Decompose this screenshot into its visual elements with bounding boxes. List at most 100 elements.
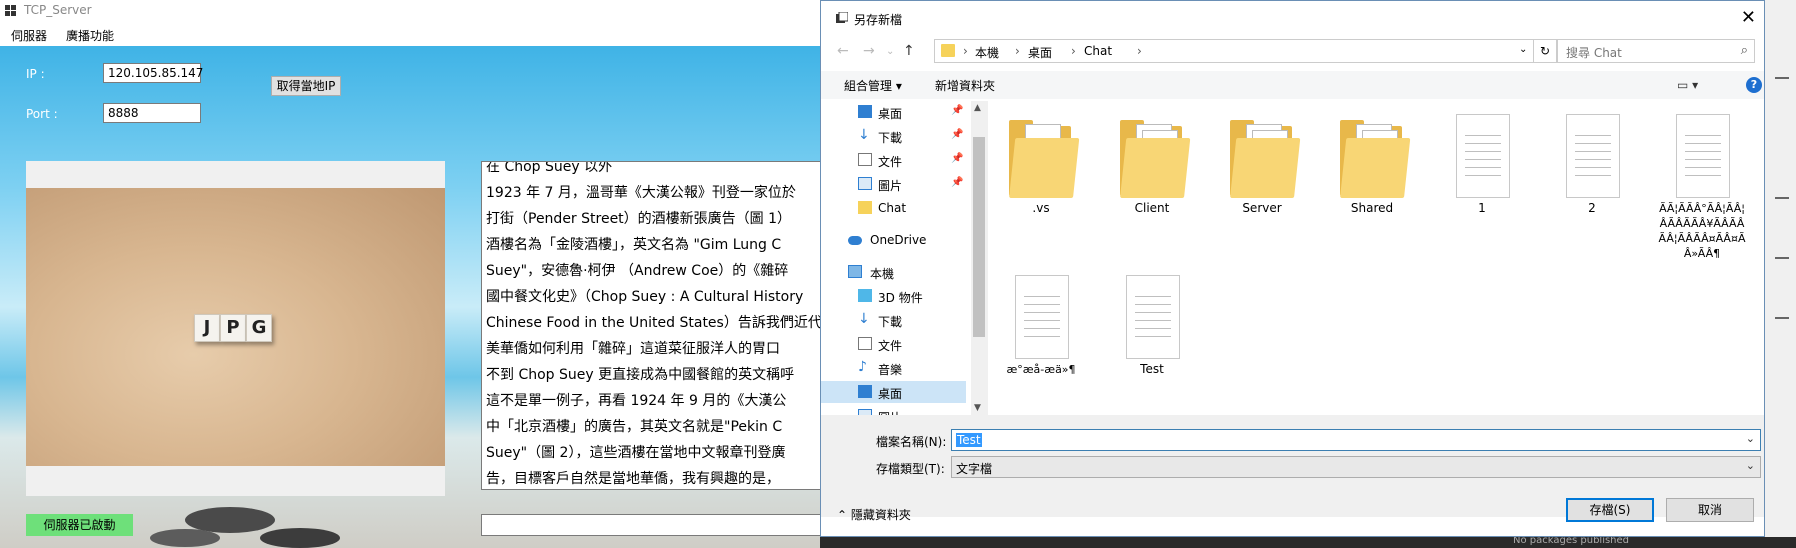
music-icon: ♪ — [858, 359, 867, 375]
text-file-icon — [1120, 275, 1184, 359]
nav-item-desktop[interactable]: 桌面 📌 — [821, 101, 966, 123]
picture-letter-j: J — [194, 314, 220, 342]
nav-item-desktop-pc[interactable]: 桌面 — [821, 381, 966, 403]
filename-input[interactable]: Test ⌄ — [951, 429, 1761, 451]
organize-menu[interactable]: 組合管理 ▾ — [844, 77, 902, 94]
breadcrumb-this-pc[interactable]: 本機 — [975, 44, 999, 61]
scroll-thumb[interactable] — [973, 137, 985, 337]
file-item[interactable]: Ã­Ã¦ÃÃÂ°ÃÂ¦ÃÂ¦ÂÃÂÃÃÂ¥ÃÂ­ÃÂÃÂ¦ÃÂÃÂ¤ÃÂ¤ÃÂ»… — [1652, 114, 1752, 261]
address-dropdown-icon[interactable]: ⌄ — [1519, 44, 1527, 55]
filetype-value: 文字檔 — [956, 462, 993, 476]
background-window-edge — [1765, 0, 1796, 548]
search-box[interactable]: 搜尋 Chat ⌕ — [1557, 39, 1755, 63]
server-menubar: 伺服器 廣播功能 — [0, 22, 840, 46]
nav-item-label: 文件 — [878, 155, 903, 169]
filetype-label: 存檔類型(T): — [876, 462, 945, 476]
view-options-icon[interactable]: ▭ ▾ — [1677, 78, 1698, 92]
file-name: Ã­Ã¦ÃÃÂ°ÃÂ¦ÃÂ¦ÂÃÂÃÃÂ¥ÃÂ­ÃÂÃÂ¦ÃÂÃÂ¤ÃÂ¤ÃÂ»… — [1658, 202, 1746, 260]
text-line: Suey"（圖 2），這些酒樓在當地中文報章刊登廣 — [486, 445, 786, 461]
text-line: 中「北京酒樓」的廣告，其英文名就是"Pekin C — [486, 419, 783, 435]
breadcrumb-chat[interactable]: Chat — [1084, 44, 1112, 58]
menu-broadcast[interactable]: 廣播功能 — [66, 27, 114, 44]
file-name: 1 — [1478, 201, 1486, 215]
nav-item-pictures-pc[interactable]: 圖片 — [821, 405, 966, 415]
picture-letter-p: P — [220, 314, 246, 342]
cancel-button[interactable]: 取消 — [1666, 498, 1754, 522]
nav-item-chat[interactable]: Chat — [821, 197, 966, 219]
background-control — [1775, 197, 1789, 199]
port-label: Port : — [26, 107, 58, 121]
nav-item-documents[interactable]: 文件 📌 — [821, 149, 966, 171]
folder-icon — [1009, 114, 1080, 198]
server-window-title: TCP_Server — [24, 3, 92, 17]
message-input[interactable] — [481, 514, 840, 536]
text-line: 這不是單一例子，再看 1924 年 9 月的《大漢公 — [486, 393, 787, 409]
breadcrumb-separator: › — [1137, 44, 1142, 58]
document-icon — [858, 337, 872, 350]
port-input[interactable]: 8888 — [103, 103, 201, 123]
filetype-select[interactable]: 文字檔 ⌄ — [951, 456, 1761, 478]
received-text-box[interactable]: 在 Chop Suey 以外 1923 年 7 月，溫哥華《大漢公報》刊登一家位… — [481, 161, 840, 490]
background-bottom-strip: No packages published — [820, 535, 1796, 548]
nav-item-downloads[interactable]: ↓ 下載 📌 — [821, 125, 966, 147]
nav-item-label: 圖片 — [878, 179, 903, 193]
picture-icon — [858, 177, 872, 190]
menu-server[interactable]: 伺服器 — [11, 27, 47, 44]
nav-item-this-pc[interactable]: 本機 — [821, 261, 966, 283]
text-line: 美華僑如何利用「雜碎」這道菜征服洋人的胃口 — [486, 341, 780, 357]
download-icon: ↓ — [858, 127, 870, 143]
text-line: 告，目標客戶自然是當地華僑，我有興趣的是， — [486, 471, 780, 487]
new-folder-button[interactable]: 新增資料夾 — [935, 77, 995, 94]
nav-item-documents-pc[interactable]: 文件 — [821, 333, 966, 355]
nav-item-pictures[interactable]: 圖片 📌 — [821, 173, 966, 195]
text-file-icon — [1670, 114, 1734, 198]
nav-item-music[interactable]: ♪ 音樂 — [821, 357, 966, 379]
file-item[interactable]: Test — [1102, 275, 1202, 377]
nav-item-label: 桌面 — [878, 107, 903, 121]
text-line: 在 Chop Suey 以外 — [486, 161, 613, 175]
scroll-down-icon[interactable]: ▼ — [974, 403, 981, 413]
back-arrow-icon[interactable]: ← — [837, 43, 849, 59]
chevron-down-icon[interactable]: ⌄ — [1746, 459, 1755, 472]
cube-icon — [858, 289, 872, 302]
file-item[interactable]: 1 — [1432, 114, 1532, 216]
file-item[interactable]: Client — [1102, 114, 1202, 216]
file-item[interactable]: Server — [1212, 114, 1312, 216]
hide-folders-toggle[interactable]: ⌃ 隱藏資料夾 — [837, 506, 911, 523]
recent-chevron-icon[interactable]: ⌄ — [886, 46, 894, 57]
text-file-icon — [1450, 114, 1514, 198]
ip-input[interactable]: 120.105.85.147 — [103, 63, 203, 83]
text-line: 酒樓名為「金陵酒樓」，英文名為 "Gim Lung C — [486, 237, 782, 253]
forward-arrow-icon[interactable]: → — [863, 43, 875, 59]
background-control — [1775, 77, 1789, 79]
folder-icon — [1120, 114, 1191, 198]
scroll-up-icon[interactable]: ▲ — [974, 103, 981, 113]
save-as-dialog: 另存新檔 ✕ ← → ⌄ ↑ › 本機 › 桌面 › Chat › ⌄ ↻ 搜尋… — [820, 0, 1765, 537]
breadcrumb-desktop[interactable]: 桌面 — [1028, 44, 1052, 61]
background-control — [1775, 257, 1789, 259]
text-line: 1923 年 7 月，溫哥華《大漢公報》刊登一家位於 — [486, 185, 796, 201]
save-button[interactable]: 存檔(S) — [1566, 498, 1654, 522]
folder-icon — [941, 44, 955, 57]
dialog-app-icon — [836, 12, 848, 23]
folder-icon — [1340, 114, 1411, 198]
server-status-label: 伺服器已啟動 — [26, 514, 133, 536]
help-icon[interactable]: ? — [1746, 77, 1762, 93]
file-item[interactable]: Shared — [1322, 114, 1422, 216]
document-icon — [858, 153, 872, 166]
file-name: æ°æå-æä»¶ — [1006, 363, 1076, 376]
close-icon[interactable]: ✕ — [1741, 7, 1756, 28]
file-item[interactable]: .vs — [991, 114, 1091, 216]
nav-item-label: 文件 — [878, 339, 903, 353]
nav-item-3d-objects[interactable]: 3D 物件 — [821, 285, 966, 307]
nav-item-downloads-pc[interactable]: ↓ 下載 — [821, 309, 966, 331]
file-item[interactable]: 2 — [1542, 114, 1642, 216]
refresh-icon[interactable]: ↻ — [1533, 39, 1557, 63]
nav-item-onedrive[interactable]: OneDrive — [821, 229, 966, 251]
file-item[interactable]: æ°æå-æä»¶ — [991, 275, 1091, 377]
nav-scrollbar[interactable]: ▲ ▼ — [971, 101, 988, 415]
get-local-ip-button[interactable]: 取得當地IP — [271, 76, 341, 96]
up-arrow-icon[interactable]: ↑ — [903, 43, 915, 59]
address-bar[interactable]: › 本機 › 桌面 › Chat › ⌄ — [934, 39, 1534, 63]
chevron-down-icon[interactable]: ⌄ — [1746, 432, 1755, 445]
